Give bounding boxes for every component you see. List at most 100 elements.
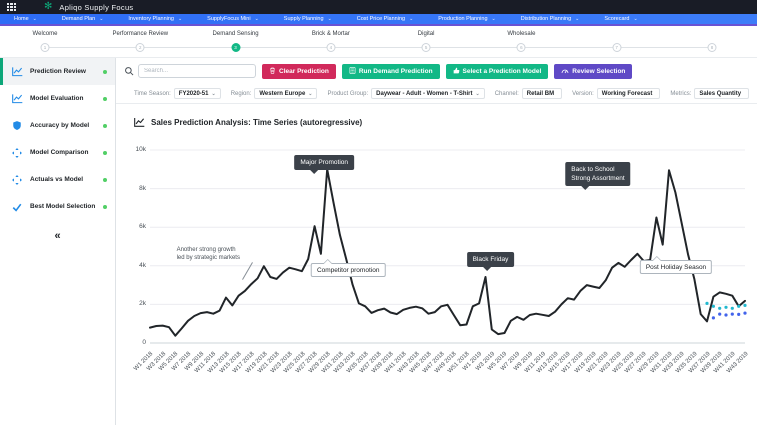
- chevron-down-icon: ⌄: [327, 16, 332, 22]
- search-box: [124, 64, 256, 78]
- filter-value-dropdown[interactable]: Working Forecast: [596, 88, 661, 99]
- sidebar-item-label: Actuals vs Model: [30, 176, 84, 183]
- menu-item-label: Production Planning: [438, 16, 488, 22]
- menu-item[interactable]: Inventory Planning ⌄: [120, 16, 199, 22]
- menu-item[interactable]: Supply Planning ⌄: [276, 16, 349, 22]
- filter-value: Daywear - Adult - Women - T-Shirt: [376, 90, 473, 97]
- stepper-step-circle[interactable]: 2: [135, 43, 145, 52]
- wizard-stepper: Welcome 1 Performance Review 2 Demand Se…: [0, 26, 757, 74]
- chart-annotation: Black Friday: [466, 252, 515, 272]
- filter-value-dropdown[interactable]: Sales Quantity: [694, 88, 750, 99]
- calculator-icon: [349, 66, 356, 76]
- filter-group: Time Season: FY2020-51 ⌄: [134, 88, 221, 99]
- filter-group: Region: Western Europe ⌄: [231, 88, 318, 99]
- y-tick-label: 6k: [139, 223, 146, 231]
- filter-value-dropdown[interactable]: Western Europe ⌄: [254, 88, 318, 99]
- collapse-sidebar-icon[interactable]: «: [0, 230, 115, 242]
- sidebar-item[interactable]: Model Evaluation: [0, 85, 115, 112]
- sidebar-item[interactable]: Model Comparison: [0, 139, 115, 166]
- status-dot-icon: [103, 69, 107, 74]
- menu-item[interactable]: Scorecard ⌄: [596, 16, 654, 22]
- menu-item-label: Supply Planning: [283, 16, 324, 22]
- toolbar-button-label: Clear Prediction: [279, 67, 329, 75]
- filter-value-dropdown[interactable]: FY2020-51 ⌄: [173, 88, 221, 99]
- main-menu-bar: Home ⌄ Demand Plan ⌄ Inventory Planning …: [0, 14, 757, 26]
- filter-value: FY2020-51: [178, 90, 209, 97]
- compare-icon: [12, 174, 23, 185]
- stepper-step-label: Brick & Mortar: [311, 31, 350, 37]
- search-icon: [125, 67, 134, 76]
- stepper-step-circle[interactable]: 5: [421, 43, 431, 52]
- compare-icon: [12, 147, 23, 158]
- menu-item[interactable]: Cost Price Planning ⌄: [349, 16, 431, 22]
- gauge-icon: [561, 67, 569, 76]
- stepper-step-circle[interactable]: 7: [612, 43, 622, 52]
- prediction-model-a-point: [743, 303, 747, 307]
- menu-item[interactable]: Home ⌄: [6, 16, 54, 22]
- toolbar-button-label: Review Selection: [572, 67, 626, 75]
- prediction-model-b-point: [711, 316, 716, 320]
- chart-annotation: Another strong growth led by strategic m…: [176, 246, 240, 262]
- toolbar-button[interactable]: Review Selection: [554, 63, 633, 79]
- stepper-step-circle[interactable]: 4: [326, 43, 336, 52]
- search-input[interactable]: [138, 64, 256, 78]
- chart-annotation: Major Promotion: [294, 155, 355, 175]
- filter-label: Time Season:: [134, 90, 171, 97]
- toolbar-button[interactable]: Run Demand Prediction: [341, 63, 440, 79]
- chevron-down-icon: ⌄: [32, 16, 37, 22]
- sidebar-item-label: Prediction Review: [30, 68, 86, 75]
- menu-item[interactable]: Production Planning ⌄: [430, 16, 512, 22]
- stepper-step-circle[interactable]: 6: [516, 43, 526, 52]
- prediction-model-b-point: [730, 312, 734, 316]
- stepper-step-circle[interactable]: 1: [40, 43, 50, 52]
- line-chart-icon: [12, 66, 23, 77]
- line-chart-icon: [134, 118, 145, 127]
- prediction-model-a-point: [724, 305, 728, 309]
- stepper-step-label: Digital: [417, 31, 435, 37]
- chart-plot-area[interactable]: 0 2k 4k 6k 8k 10k Another strong growth led b…: [136, 146, 747, 346]
- chart-card: Sales Prediction Analysis: Time Series (…: [116, 104, 757, 425]
- status-dot-icon: [103, 96, 107, 101]
- filter-value-dropdown[interactable]: Retail BM: [521, 88, 563, 99]
- sidebar-item-label: Model Evaluation: [30, 95, 84, 102]
- app-title: Apliqo Supply Focus: [59, 2, 134, 12]
- menu-item-label: Cost Price Planning: [356, 16, 406, 22]
- sidebar-item[interactable]: Accuracy by Model: [0, 112, 115, 139]
- prediction-model-a-point: [718, 306, 722, 310]
- menu-item[interactable]: SupplyFocus Mini ⌄: [199, 16, 276, 22]
- menu-item-label: SupplyFocus Mini: [207, 16, 251, 22]
- menu-item-label: Home: [14, 16, 29, 22]
- filter-value-dropdown[interactable]: Daywear - Adult - Women - T-Shirt ⌄: [371, 88, 485, 99]
- chevron-down-icon: ⌄: [633, 16, 638, 22]
- app-grid-icon[interactable]: [7, 2, 16, 12]
- chevron-down-icon: ⌄: [475, 90, 480, 97]
- chart-title: Sales Prediction Analysis: Time Series (…: [151, 118, 363, 127]
- toolbar-button-label: Select a Prediction Model: [462, 67, 542, 75]
- shield-icon: [12, 120, 23, 131]
- line-chart-icon: [12, 93, 23, 104]
- prediction-model-a-point: [730, 306, 734, 310]
- stepper-step-circle[interactable]: 3: [231, 43, 241, 52]
- sidebar: Prediction Review Model Evaluation Accur…: [0, 58, 116, 425]
- sidebar-item[interactable]: Prediction Review: [0, 58, 115, 85]
- chart-annotation: Back to School Strong Assortment: [565, 162, 631, 191]
- x-axis-labels: W1 2018 W3 2018 W5 2018 W7 2018 W9 2018 W11 2…: [133, 347, 749, 402]
- prediction-model-a-point: [705, 301, 709, 305]
- toolbar-button[interactable]: Select a Prediction Model: [445, 63, 549, 79]
- sidebar-item[interactable]: Best Model Selection: [0, 193, 115, 220]
- filter-value: Retail BM: [526, 90, 555, 97]
- menu-item-label: Scorecard: [604, 16, 630, 22]
- chevron-down-icon: ⌄: [211, 90, 216, 97]
- apliqo-logo-icon: ✻: [44, 1, 53, 12]
- stepper-step-circle[interactable]: 8: [707, 43, 717, 52]
- filter-value: Western Europe: [259, 90, 306, 97]
- y-tick-label: 2k: [139, 300, 146, 308]
- menu-item[interactable]: Demand Plan ⌄: [54, 16, 121, 22]
- action-toolbar: Clear Prediction Run Demand Prediction S…: [116, 58, 757, 84]
- chevron-down-icon: ⌄: [99, 16, 104, 22]
- menu-item[interactable]: Distribution Planning ⌄: [513, 16, 597, 22]
- sidebar-item[interactable]: Actuals vs Model: [0, 166, 115, 193]
- filter-label: Version:: [572, 90, 594, 97]
- toolbar-button[interactable]: Clear Prediction: [262, 63, 336, 79]
- stepper-step-label: Performance Review: [112, 31, 169, 37]
